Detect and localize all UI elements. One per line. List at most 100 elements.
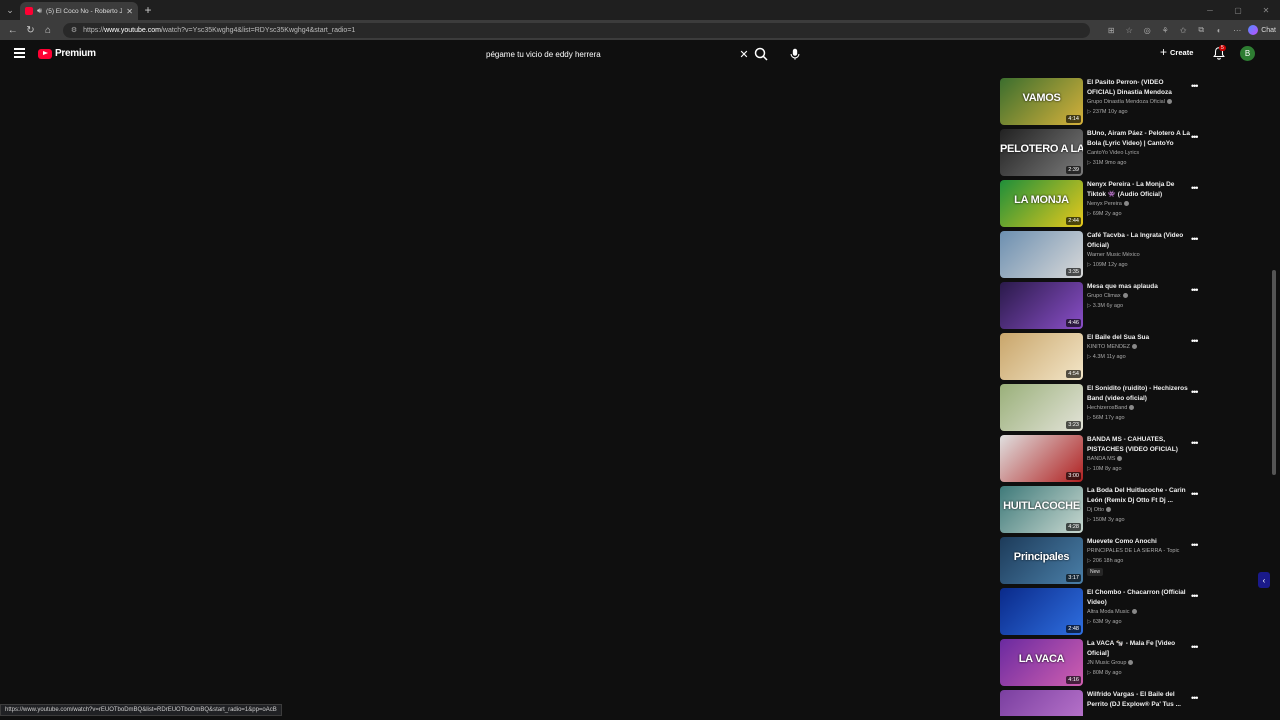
video-title[interactable]: El Pasito Perron- (VIDEO OFICIAL) Dinast… [1087, 78, 1193, 98]
video-title[interactable]: BUno, Airam Páez - Pelotero A La Bola (L… [1087, 129, 1193, 149]
recommendation-item[interactable]: LA VACA 4:16 La VACA 🐄 - Mala Fe [Video Of… [998, 639, 1208, 687]
video-title[interactable]: El Sonidito (ruidito) - Hechizeros Band … [1087, 384, 1193, 404]
channel-name[interactable]: Warner Music México [1087, 252, 1140, 258]
video-thumbnail[interactable]: 4:46 [1000, 282, 1083, 329]
recommendation-item[interactable]: HUITLACOCHE 4:28 La Boda Del Huitlacoche -… [998, 486, 1208, 534]
new-tab-button[interactable]: + [138, 0, 158, 20]
more-actions-icon[interactable]: ••• [1191, 336, 1199, 346]
microphone-icon[interactable] [787, 46, 803, 62]
youtube-favicon-icon [25, 7, 33, 15]
more-actions-icon[interactable]: ••• [1191, 81, 1199, 91]
video-title[interactable]: El Chombo - Chacarron (Official Video) [1087, 588, 1193, 608]
channel-name[interactable]: KINITO MENDEZ [1087, 344, 1137, 350]
video-thumbnail[interactable]: PELOTERO A LA BOLA 2:39 [1000, 129, 1083, 176]
clear-search-icon[interactable]: ✕ [737, 48, 751, 61]
hamburger-menu-icon[interactable] [14, 48, 25, 60]
reload-icon[interactable]: ↻ [22, 21, 40, 39]
tab-close-icon[interactable]: ✕ [126, 7, 133, 16]
channel-name[interactable]: Altra Moda Music [1087, 609, 1137, 615]
copilot-chat-button[interactable]: Chat [1248, 25, 1276, 35]
install-app-icon[interactable]: ⊞ [1104, 23, 1118, 37]
channel-name[interactable]: PRINCIPALES DE LA SIERRA - Topic [1087, 548, 1179, 554]
more-actions-icon[interactable]: ••• [1191, 132, 1199, 142]
extension-icon[interactable]: ◎ [1140, 23, 1154, 37]
home-icon[interactable]: ⌂ [39, 21, 57, 39]
window-close-icon[interactable]: ✕ [1252, 0, 1280, 20]
create-button[interactable]: + Create [1160, 46, 1193, 58]
speaker-icon[interactable]: 🔊︎ [37, 6, 42, 16]
browser-tab-active[interactable]: 🔊︎ (5) El Coco No - Roberto Junio ✕ [20, 2, 138, 20]
video-thumbnail[interactable]: 2:48 [1000, 588, 1083, 635]
recommendation-item[interactable]: 2:48 El Chombo - Chacarron (Official Vide… [998, 588, 1208, 636]
video-thumbnail[interactable]: VAMOS 4:14 [1000, 78, 1083, 125]
address-bar[interactable]: ⚙ https://www.youtube.com/watch?v=Ysc35K… [62, 22, 1091, 38]
video-title[interactable]: La Boda Del Huitlacoche - Carin León (Re… [1087, 486, 1193, 506]
bookmark-star-icon[interactable]: ☆ [1122, 23, 1136, 37]
more-actions-icon[interactable]: ••• [1191, 438, 1199, 448]
site-info-icon[interactable]: ⚙ [71, 26, 77, 34]
favorites-icon[interactable]: ✩ [1176, 23, 1190, 37]
recommendation-item[interactable]: 4:54 El Baile del Sua Sua KINITO MENDEZ ▷ 4… [998, 333, 1208, 381]
video-thumbnail[interactable]: HUITLACOCHE 4:28 [1000, 486, 1083, 533]
more-actions-icon[interactable]: ••• [1191, 540, 1199, 550]
youtube-logo[interactable]: Premium [38, 48, 96, 59]
video-thumbnail[interactable]: Principales 3:17 [1000, 537, 1083, 584]
channel-name[interactable]: BANDA MS [1087, 456, 1123, 462]
account-avatar[interactable]: B [1240, 46, 1255, 61]
recommendation-item[interactable]: 3:35 Café Tacvba - La Ingrata (Video Ofic… [998, 231, 1208, 279]
recommendation-item[interactable]: Wilfrido Vargas - El Baile del Perrito (… [998, 690, 1208, 716]
recommendation-item[interactable]: 4:46 Mesa que mas aplauda Grupo Climax ▷ 3.… [998, 282, 1208, 330]
video-thumbnail[interactable]: 3:23 [1000, 384, 1083, 431]
video-thumbnail[interactable]: LA VACA 4:16 [1000, 639, 1083, 686]
verified-check-icon [1129, 405, 1135, 411]
more-menu-icon[interactable]: ⋯ [1230, 23, 1244, 37]
video-title[interactable]: Wilfrido Vargas - El Baile del Perrito (… [1087, 690, 1193, 710]
video-title[interactable]: El Baile del Sua Sua [1087, 333, 1193, 343]
recommendation-item[interactable]: LA MONJA 2:44 Nenyx Pereira - La Monja De … [998, 180, 1208, 228]
video-player-area[interactable] [0, 68, 990, 704]
recommendation-item[interactable]: 3:23 El Sonidito (ruidito) - Hechizeros B… [998, 384, 1208, 432]
video-thumbnail[interactable]: 4:54 [1000, 333, 1083, 380]
video-title[interactable]: Mesa que mas aplauda [1087, 282, 1193, 292]
recommendation-item[interactable]: VAMOS 4:14 El Pasito Perron- (VIDEO OFICIA… [998, 78, 1208, 126]
more-actions-icon[interactable]: ••• [1191, 183, 1199, 193]
more-actions-icon[interactable]: ••• [1191, 693, 1199, 703]
channel-name[interactable]: HechizerosBand [1087, 405, 1135, 411]
page-scrollbar[interactable] [1272, 270, 1276, 475]
more-actions-icon[interactable]: ••• [1191, 642, 1199, 652]
search-icon[interactable] [753, 46, 769, 62]
more-actions-icon[interactable]: ••• [1191, 234, 1199, 244]
recommendation-item[interactable]: Principales 3:17 Muevete Como Anochi PRINCI… [998, 537, 1208, 585]
channel-name-text: KINITO MENDEZ [1087, 344, 1130, 350]
more-actions-icon[interactable]: ••• [1191, 489, 1199, 499]
tab-search-chevron-icon[interactable]: ⌄ [0, 0, 20, 20]
video-title[interactable]: Muevete Como Anochi [1087, 537, 1193, 547]
maximize-icon[interactable]: ▢ [1224, 0, 1252, 20]
channel-name[interactable]: Dj Otto [1087, 507, 1112, 513]
video-thumbnail[interactable]: LA MONJA 2:44 [1000, 180, 1083, 227]
video-title[interactable]: Café Tacvba - La Ingrata (Video Oficial) [1087, 231, 1193, 251]
collections-icon[interactable]: ⧉ [1194, 23, 1208, 37]
recommendation-item[interactable]: 3:00 BANDA MS - CAHUATES, PISTACHES (VIDE… [998, 435, 1208, 483]
search-input[interactable] [478, 44, 737, 64]
video-title[interactable]: Nenyx Pereira - La Monja De Tiktok 👾 (Au… [1087, 180, 1193, 200]
video-thumbnail[interactable] [1000, 690, 1083, 716]
channel-name[interactable]: JN Music Group [1087, 660, 1134, 666]
back-arrow-icon[interactable]: ← [4, 21, 22, 39]
recommendation-item[interactable]: PELOTERO A LA BOLA 2:39 BUno, Airam Páez -… [998, 129, 1208, 177]
channel-name[interactable]: CantoYo Video Lyrics [1087, 150, 1139, 156]
more-actions-icon[interactable]: ••• [1191, 285, 1199, 295]
profile-icon[interactable]: ◐ [1212, 23, 1226, 37]
channel-name[interactable]: Nenyx Pereira [1087, 201, 1129, 207]
side-panel-toggle-icon[interactable]: ‹ [1258, 572, 1270, 588]
channel-name[interactable]: Grupo Climax [1087, 293, 1128, 299]
minimize-icon[interactable]: ─ [1196, 0, 1224, 20]
video-title[interactable]: BANDA MS - CAHUATES, PISTACHES (VIDEO OF… [1087, 435, 1193, 455]
video-thumbnail[interactable]: 3:00 [1000, 435, 1083, 482]
extension-icon-2[interactable]: ⚘ [1158, 23, 1172, 37]
video-title[interactable]: La VACA 🐄 - Mala Fe [Video Oficial] [1087, 639, 1193, 659]
channel-name[interactable]: Grupo Dinastía Mendoza Oficial [1087, 99, 1172, 105]
more-actions-icon[interactable]: ••• [1191, 591, 1199, 601]
video-thumbnail[interactable]: 3:35 [1000, 231, 1083, 278]
more-actions-icon[interactable]: ••• [1191, 387, 1199, 397]
